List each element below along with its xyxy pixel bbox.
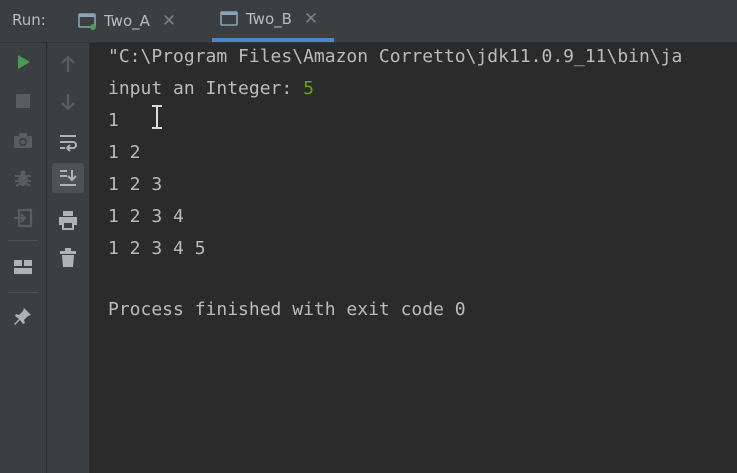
close-icon[interactable]: ✕	[304, 9, 318, 29]
command-line: "C:\Program Files\Amazon Corretto\jdk11.…	[108, 46, 683, 67]
run-label: Run:	[12, 11, 46, 29]
run-tab-bar: Run: Two_A ✕ Two_B ✕	[0, 0, 737, 43]
stop-icon[interactable]	[7, 86, 39, 116]
run-icon[interactable]	[7, 47, 39, 77]
input-value: 5	[303, 78, 314, 99]
toolbar-divider	[8, 240, 38, 241]
input-prompt: input an Integer:	[108, 78, 304, 99]
console-actions-toolbar	[47, 43, 90, 473]
output-line: 1 2 3 4 5	[108, 238, 206, 259]
text-cursor-icon	[152, 105, 162, 129]
run-actions-toolbar	[0, 43, 46, 473]
toolbar-divider	[8, 292, 38, 293]
soft-wrap-icon[interactable]	[52, 127, 84, 157]
close-icon[interactable]: ✕	[162, 11, 176, 31]
layout-icon[interactable]	[7, 252, 39, 282]
console-icon	[78, 12, 96, 30]
debug-icon[interactable]	[7, 164, 39, 194]
camera-icon[interactable]	[7, 125, 39, 155]
tab-label: Two_A	[104, 12, 150, 30]
up-arrow-icon[interactable]	[52, 49, 84, 79]
output-line: 1 2	[108, 142, 141, 163]
exit-icon[interactable]	[7, 203, 39, 233]
trash-icon[interactable]	[52, 243, 84, 273]
finish-message: Process finished with exit code 0	[108, 299, 466, 320]
down-arrow-icon[interactable]	[52, 87, 84, 117]
tab-two-a[interactable]: Two_A ✕	[70, 0, 190, 42]
pin-icon[interactable]	[7, 301, 39, 331]
print-icon[interactable]	[52, 205, 84, 235]
console-icon	[220, 10, 238, 28]
tab-two-b[interactable]: Two_B ✕	[212, 0, 334, 42]
console-output[interactable]: "C:\Program Files\Amazon Corretto\jdk11.…	[90, 43, 737, 473]
tab-label: Two_B	[246, 10, 292, 28]
output-line: 1 2 3	[108, 174, 163, 195]
scroll-to-end-icon[interactable]	[52, 163, 84, 193]
input-prompt-line: input an Integer: 5	[108, 78, 314, 100]
output-line: 1 2 3 4	[108, 206, 184, 227]
output-line: 1	[108, 110, 119, 131]
